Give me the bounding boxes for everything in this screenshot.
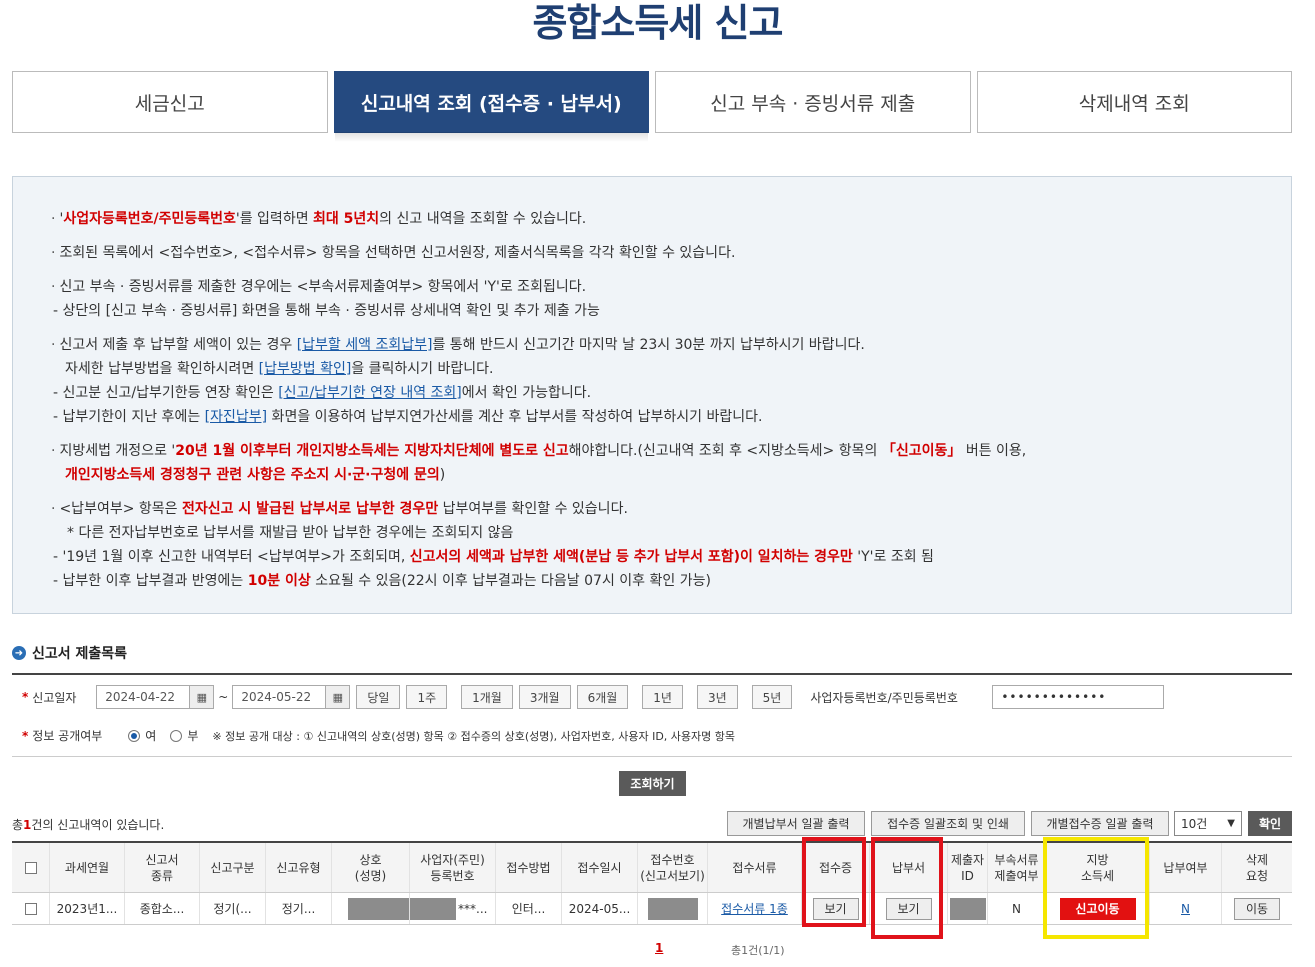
calendar-icon[interactable]: ▦ [190, 685, 215, 709]
period-1week-button[interactable]: 1주 [406, 685, 448, 709]
link-tax-payment[interactable]: [납부할 세액 조회납부] [297, 337, 433, 353]
notice-item-4: 신고서 제출 후 납부할 세액이 있는 경우 [납부할 세액 조회납부]를 통해… [51, 333, 1253, 429]
result-count: 총1건의 신고내역이 있습니다. [12, 818, 165, 832]
period-1month-button[interactable]: 1개월 [461, 685, 513, 709]
notice-item-2: 조회된 목록에서 <접수번호>, <접수서류> 항목을 선택하면 신고서원장, … [51, 241, 1253, 265]
receipt-docs-link[interactable]: 접수서류 1종 [721, 901, 788, 917]
period-today-button[interactable]: 당일 [356, 685, 401, 709]
date-to-input[interactable]: 2024-05-22 [232, 685, 327, 709]
notice-item-6: <납부여부> 항목은 전자신고 시 발급된 납부서로 납부한 경우만 납부여부를… [51, 497, 1253, 593]
print-payment-bulk-button[interactable]: 개별납부서 일괄 출력 [727, 811, 865, 836]
result-table: 과세연월 신고서 종류 신고구분 신고유형 상호 (성명) 사업자(주민) 등록번호 … [12, 841, 1292, 925]
table-row: 2023년1... 종합소... 정기(... 정기... ***... 인터.… [12, 893, 1292, 925]
period-5year-button[interactable]: 5년 [751, 685, 793, 709]
period-6month-button[interactable]: 6개월 [576, 685, 629, 709]
notice-box: '사업자등록번호/주민등록번호'를 입력하면 최대 5년치의 신고 내역을 조회… [12, 176, 1292, 614]
local-tax-move-button[interactable]: 신고이동 [1059, 897, 1136, 920]
page-1-link[interactable]: 1 [655, 941, 663, 955]
delete-request-button[interactable]: 이동 [1234, 897, 1280, 920]
notice-item-3: 신고 부속 · 증빙서류를 제출한 경우에는 <부속서류제출여부> 항목에서 '… [51, 275, 1253, 323]
select-all-checkbox[interactable] [24, 861, 37, 874]
date-from-input[interactable]: 2024-04-22 [96, 685, 191, 709]
link-payment-method[interactable]: [납부방법 확인] [259, 361, 352, 377]
redacted-submitter-id [949, 897, 986, 920]
redacted-receipt-number [647, 897, 698, 920]
period-3month-button[interactable]: 3개월 [518, 685, 571, 709]
registration-number-input[interactable]: ••••••••••••• [992, 685, 1165, 709]
tab-attachment-submit[interactable]: 신고 부속 · 증빙서류 제출 [655, 71, 971, 133]
disclosure-row: * 정보 공개여부 여 부 ※ 정보 공개 대상 : ① 신고내역의 상호(성명… [22, 728, 736, 744]
page-title: 종합소득세 신고 [532, 1, 784, 45]
arrow-circle-icon: ➜ [12, 646, 26, 660]
period-1year-button[interactable]: 1년 [642, 685, 683, 709]
receipt-bulk-print-button[interactable]: 개별접수증 일괄 출력 [1031, 811, 1169, 836]
receipt-view-button[interactable]: 보기 [812, 897, 859, 920]
redacted-name [348, 897, 409, 920]
date-row: * 신고일자 2024-04-22 ▦ ~ 2024-05-22 ▦ 당일 1주… [22, 685, 1165, 709]
link-extension-history[interactable]: [신고/납부기한 연장 내역 조회] [278, 385, 462, 401]
table-header: 과세연월 신고서 종류 신고구분 신고유형 상호 (성명) 사업자(주민) 등록번호 … [12, 843, 1292, 893]
payment-view-button[interactable]: 보기 [885, 897, 932, 920]
search-form: * 신고일자 2024-04-22 ▦ ~ 2024-05-22 ▦ 당일 1주… [12, 673, 1292, 757]
confirm-button[interactable]: 확인 [1248, 811, 1292, 836]
query-button[interactable]: 조회하기 [619, 771, 686, 796]
notice-item-1: '사업자등록번호/주민등록번호'를 입력하면 최대 5년치의 신고 내역을 조회… [51, 207, 1253, 231]
notice-item-5: 지방세법 개정으로 '20년 1월 이후부터 개인지방소득세는 지방자치단체에 … [51, 439, 1253, 487]
tab-tax-filing[interactable]: 세금신고 [12, 71, 328, 133]
disclose-no-radio[interactable] [170, 729, 183, 742]
tab-bar: 세금신고 신고내역 조회 (접수증 · 납부서) 신고 부속 · 증빙서류 제출… [12, 71, 1292, 142]
receipt-print-bulk-button[interactable]: 접수증 일괄조회 및 인쇄 [871, 811, 1025, 836]
page-size-select[interactable]: 10건 ▼ [1174, 811, 1242, 836]
tab-deleted-history[interactable]: 삭제내역 조회 [976, 71, 1292, 133]
section-title: ➜ 신고서 제출목록 [12, 643, 127, 663]
calendar-icon[interactable]: ▦ [326, 685, 351, 709]
chevron-down-icon: ▼ [1227, 818, 1235, 829]
row-checkbox[interactable] [24, 902, 37, 915]
redacted-number [410, 897, 456, 920]
disclose-yes-radio[interactable] [128, 729, 141, 742]
tab-filing-history[interactable]: 신고내역 조회 (접수증 · 납부서) [333, 71, 649, 142]
period-3year-button[interactable]: 3년 [696, 685, 738, 709]
pagination-total: 총1건(1/1) [731, 944, 785, 957]
payment-status-link[interactable]: N [1181, 901, 1190, 917]
link-self-payment[interactable]: [자진납부] [205, 409, 267, 425]
